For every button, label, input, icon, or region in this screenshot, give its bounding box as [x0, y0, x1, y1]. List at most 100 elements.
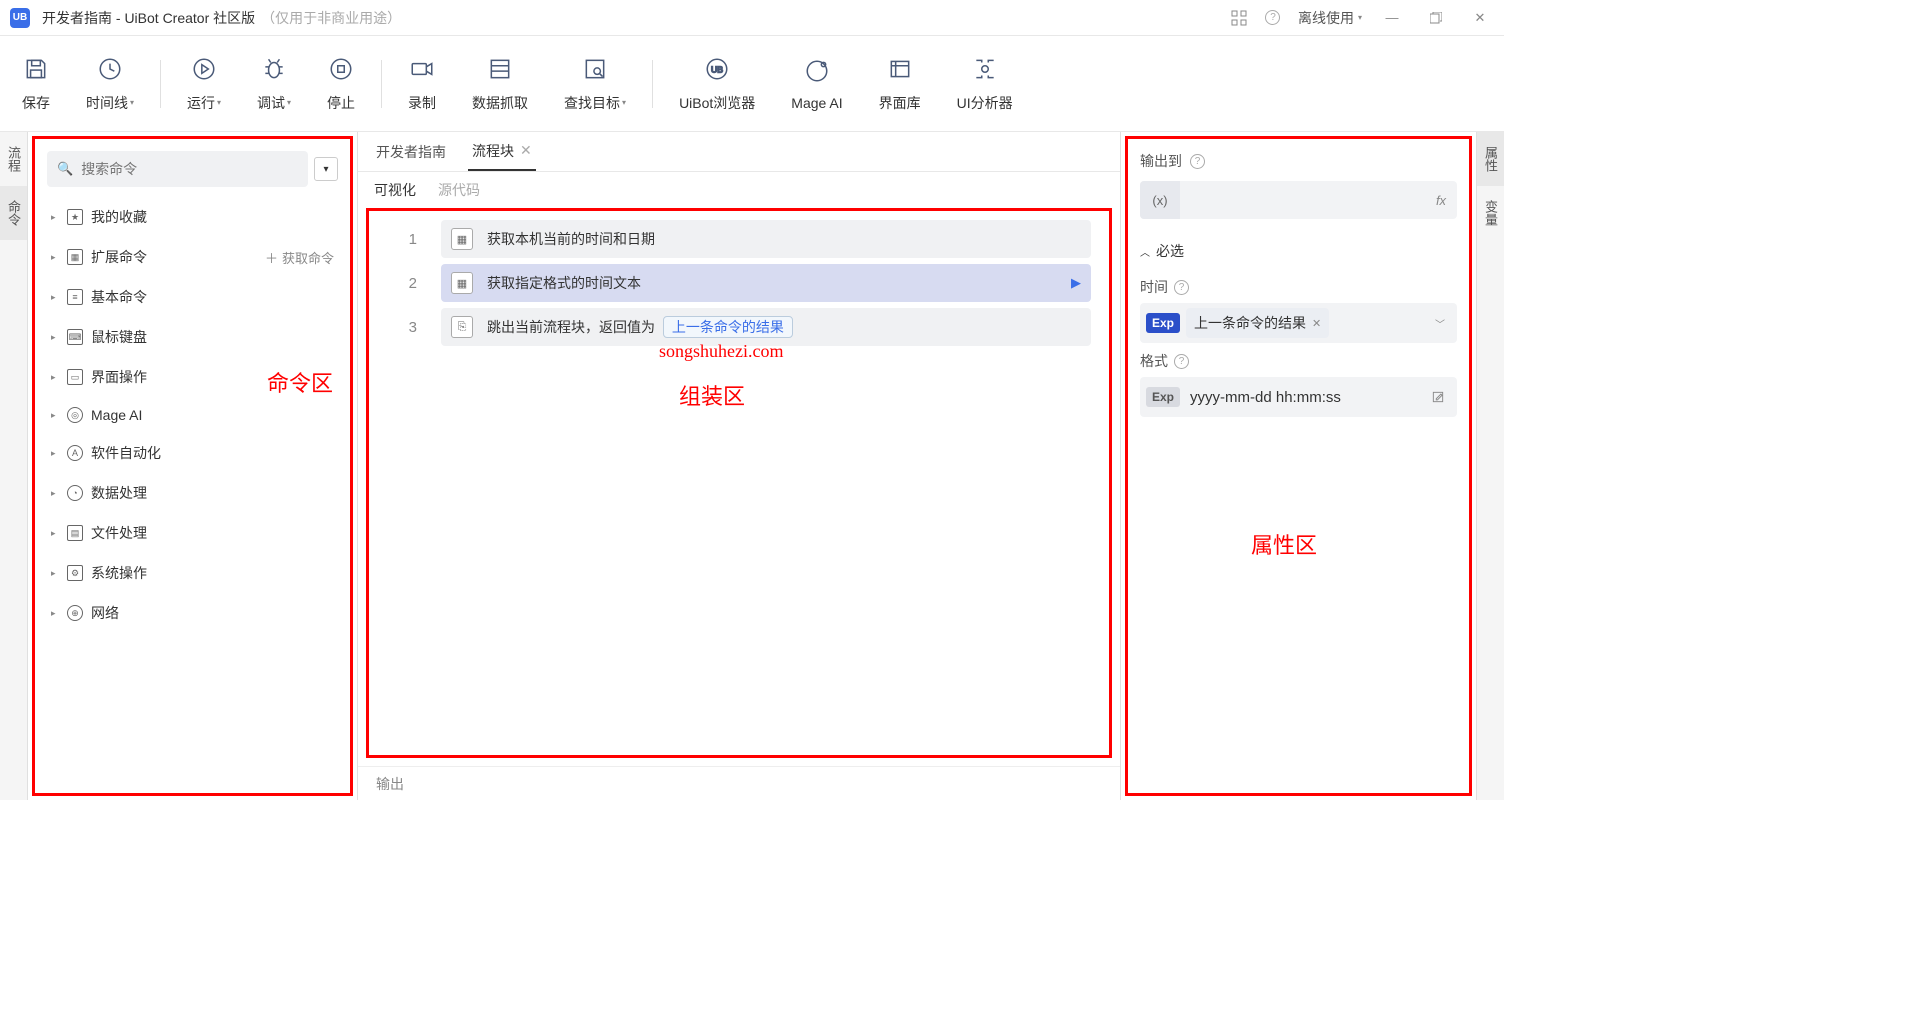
search-input-wrapper[interactable]: 🔍: [47, 151, 308, 187]
debug-button[interactable]: 调试▾: [239, 55, 309, 113]
close-button[interactable]: ✕: [1466, 4, 1494, 32]
toolbar: 保存 时间线▾ 运行▾ 调试▾ 停止 录制 数据抓取 查找: [0, 36, 1504, 132]
required-section[interactable]: ︿必选: [1140, 233, 1457, 269]
camera-icon: [408, 55, 436, 83]
analyzer-button[interactable]: UI分析器: [939, 55, 1031, 113]
tree-item-basic[interactable]: ▸≡基本命令: [39, 277, 346, 317]
remove-icon[interactable]: ✕: [1312, 317, 1321, 330]
analyzer-icon: [971, 55, 999, 83]
editor-area: 开发者指南 流程块✕ 可视化 源代码 1 ▦获取本机当前的时间和日期 2 ▦获取…: [358, 132, 1120, 800]
window-icon: ▭: [67, 369, 83, 385]
svg-text:UB: UB: [711, 64, 723, 74]
line-number: 2: [369, 275, 441, 292]
editor-tabs: 开发者指南 流程块✕: [358, 132, 1120, 172]
properties-panel: 输出到? (x) fx ︿必选 时间? Exp 上一条命令的结果✕ ﹀ 格式? …: [1120, 132, 1476, 800]
left-tab-strip: 流程 命令: [0, 132, 28, 800]
get-command-button[interactable]: ＋获取命令: [265, 248, 334, 267]
exp-badge: Exp: [1146, 313, 1180, 333]
exp-badge: Exp: [1146, 387, 1180, 407]
search-icon: 🔍: [57, 161, 73, 177]
left-tab-command[interactable]: 命令: [0, 186, 27, 240]
command-row-1[interactable]: 1 ▦获取本机当前的时间和日期: [369, 217, 1109, 261]
value-chip[interactable]: 上一条命令的结果✕: [1186, 308, 1329, 338]
help-icon[interactable]: ?: [1190, 154, 1205, 169]
tab-flowblock[interactable]: 流程块✕: [468, 133, 536, 171]
return-icon: ⎘: [451, 316, 473, 338]
app-logo: UB: [10, 8, 30, 28]
tree-item-software[interactable]: ▸A软件自动化: [39, 433, 346, 473]
library-icon: [886, 55, 914, 83]
left-tab-flow[interactable]: 流程: [0, 132, 27, 186]
command-row-2[interactable]: 2 ▦获取指定格式的时间文本▶: [369, 261, 1109, 305]
record-button[interactable]: 录制: [390, 55, 454, 113]
time-field[interactable]: Exp 上一条命令的结果✕ ﹀: [1140, 303, 1457, 343]
result-chip[interactable]: 上一条命令的结果: [663, 316, 793, 338]
tree-item-ui[interactable]: ▸▭界面操作: [39, 357, 346, 397]
format-label: 格式?: [1140, 343, 1457, 377]
help-icon[interactable]: ?: [1174, 280, 1189, 295]
collapse-button[interactable]: ▾: [314, 157, 338, 181]
save-button[interactable]: 保存: [4, 55, 68, 113]
maximize-button[interactable]: [1422, 4, 1450, 32]
fx-button[interactable]: fx: [1425, 193, 1457, 208]
calendar-icon: ▦: [451, 272, 473, 294]
tab-guide[interactable]: 开发者指南: [372, 134, 450, 170]
calendar-icon: ▦: [451, 228, 473, 250]
scrape-button[interactable]: 数据抓取: [454, 55, 546, 113]
chevron-down-icon[interactable]: ﹀: [1429, 316, 1451, 331]
window-subtitle: （仅用于非商业用途）: [261, 8, 401, 28]
stop-icon: [327, 55, 355, 83]
right-tab-properties[interactable]: 属性: [1477, 132, 1504, 186]
extend-icon: ▦: [67, 249, 83, 265]
tree-item-network[interactable]: ▸⊕网络: [39, 593, 346, 633]
output-panel-header[interactable]: 输出: [358, 766, 1120, 800]
tree-item-system[interactable]: ▸⚙系统操作: [39, 553, 346, 593]
line-number: 3: [369, 319, 441, 336]
viewtab-source[interactable]: 源代码: [436, 174, 482, 206]
save-icon: [22, 55, 50, 83]
uilib-button[interactable]: 界面库: [861, 55, 939, 113]
clock-icon: [96, 55, 124, 83]
keyboard-icon: ⌨: [67, 329, 83, 345]
play-icon: [190, 55, 218, 83]
run-button[interactable]: 运行▾: [169, 55, 239, 113]
tree-item-mage[interactable]: ▸◎Mage AI: [39, 397, 346, 433]
play-icon[interactable]: ▶: [1071, 275, 1081, 291]
time-label: 时间?: [1140, 269, 1457, 303]
target-icon: [581, 55, 609, 83]
tree-item-extend[interactable]: ▸▦扩展命令: [51, 247, 147, 267]
browser-button[interactable]: UB UiBot浏览器: [661, 55, 773, 113]
viewtab-visual[interactable]: 可视化: [372, 174, 418, 206]
tree-item-file[interactable]: ▸▤文件处理: [39, 513, 346, 553]
close-icon[interactable]: ✕: [520, 142, 532, 159]
timeline-button[interactable]: 时间线▾: [68, 55, 152, 113]
search-input[interactable]: [81, 161, 298, 177]
browser-icon: UB: [703, 55, 731, 83]
plus-icon: ＋: [265, 248, 278, 267]
tree-item-data[interactable]: ▸◔数据处理: [39, 473, 346, 513]
chart-icon: ◔: [67, 485, 83, 501]
bug-icon: [260, 55, 288, 83]
format-value: yyyy-mm-dd hh:mm:ss: [1186, 389, 1341, 406]
right-tab-variables[interactable]: 变量: [1477, 186, 1504, 240]
window-title: 开发者指南 - UiBot Creator 社区版: [42, 8, 255, 28]
bookmark-icon: ★: [67, 209, 83, 225]
output-to-label: 输出到?: [1140, 147, 1457, 175]
help-icon[interactable]: ?: [1174, 354, 1189, 369]
edit-icon[interactable]: [1425, 390, 1451, 404]
stop-button[interactable]: 停止: [309, 55, 373, 113]
tree-item-favorites[interactable]: ▸★我的收藏: [39, 197, 346, 237]
output-to-input[interactable]: (x) fx: [1140, 181, 1457, 219]
mage-button[interactable]: Mage AI: [773, 57, 860, 111]
find-target-button[interactable]: 查找目标▾: [546, 55, 644, 113]
titlebar: UB 开发者指南 - UiBot Creator 社区版 （仅用于非商业用途） …: [0, 0, 1504, 36]
format-field[interactable]: Exp yyyy-mm-dd hh:mm:ss: [1140, 377, 1457, 417]
tree-item-mouse[interactable]: ▸⌨鼠标键盘: [39, 317, 346, 357]
command-row-3[interactable]: 3 ⎘跳出当前流程块，返回值为 上一条命令的结果: [369, 305, 1109, 349]
line-number: 1: [369, 231, 441, 248]
minimize-button[interactable]: ―: [1378, 4, 1406, 32]
apps-icon[interactable]: [1230, 9, 1248, 27]
offline-mode[interactable]: 离线使用▾: [1298, 8, 1362, 28]
help-icon[interactable]: ?: [1264, 9, 1282, 27]
command-sidebar: 🔍 ▾ ▸★我的收藏 ▸▦扩展命令 ＋获取命令 ▸≡基本命令 ▸⌨鼠标键盘 ▸▭…: [28, 132, 358, 800]
